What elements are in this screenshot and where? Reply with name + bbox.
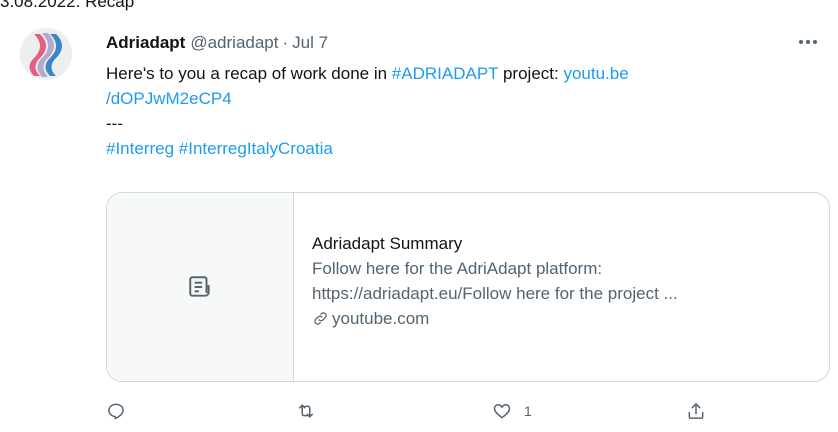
tweet-divider: --- — [106, 114, 123, 133]
page-caption: 3.08.2022. Recap — [0, 0, 135, 11]
user-handle[interactable]: @adriadapt — [190, 33, 278, 53]
tweet[interactable]: Adriadapt @adriadapt · Jul 7 Here's to y… — [0, 12, 838, 432]
adriadapt-logo-icon — [20, 28, 72, 80]
document-icon — [189, 276, 210, 297]
tweet-date[interactable]: Jul 7 — [292, 33, 328, 53]
share-icon — [688, 403, 704, 419]
like-button[interactable]: 1 — [492, 398, 532, 424]
card-title: Adriadapt Summary — [312, 234, 463, 253]
card-text: Adriadapt Summary Follow here for the Ad… — [294, 193, 829, 381]
reply-button[interactable] — [106, 398, 138, 424]
tweet-text: Here's to you a recap of work done in #A… — [106, 61, 806, 161]
retweet-icon — [299, 404, 313, 418]
card-description-line-1: Follow here for the AdriAdapt platform: — [312, 259, 603, 278]
card-domain: youtube.com — [312, 306, 829, 331]
hashtag-interreg[interactable]: #Interreg — [106, 139, 174, 158]
card-thumbnail — [107, 193, 294, 381]
retweet-button[interactable] — [296, 398, 328, 424]
tweet-text-prefix: Here's to you a recap of work done in — [106, 64, 392, 83]
tweet-text-mid: project: — [498, 64, 564, 83]
avatar[interactable] — [20, 28, 72, 80]
tweet-link-part-2[interactable]: /dOPJwM2eCP4 — [106, 86, 806, 111]
tweet-actions: 1 — [106, 398, 716, 424]
tweet-text-line-1: Here's to you a recap of work done in #A… — [106, 61, 806, 86]
tweet-header: Adriadapt @adriadapt · Jul 7 — [106, 31, 328, 55]
tweet-link-part-1[interactable]: youtu.be — [563, 64, 628, 83]
heart-icon — [493, 404, 511, 419]
card-description-line-2: https://adriadapt.eu/Follow here for the… — [312, 284, 678, 303]
more-icon[interactable] — [796, 32, 820, 52]
card-domain-text: youtube.com — [332, 309, 430, 328]
link-icon — [312, 310, 329, 327]
hashtag-interreg-italy-croatia[interactable]: #InterregItalyCroatia — [179, 139, 333, 158]
hashtag-adriadapt[interactable]: #ADRIADAPT — [392, 64, 498, 83]
display-name[interactable]: Adriadapt — [106, 33, 185, 53]
reply-icon — [108, 403, 124, 420]
like-count: 1 — [524, 403, 532, 419]
separator: · — [282, 33, 289, 52]
share-button[interactable] — [686, 398, 706, 424]
link-preview-card[interactable]: Adriadapt Summary Follow here for the Ad… — [106, 192, 830, 382]
